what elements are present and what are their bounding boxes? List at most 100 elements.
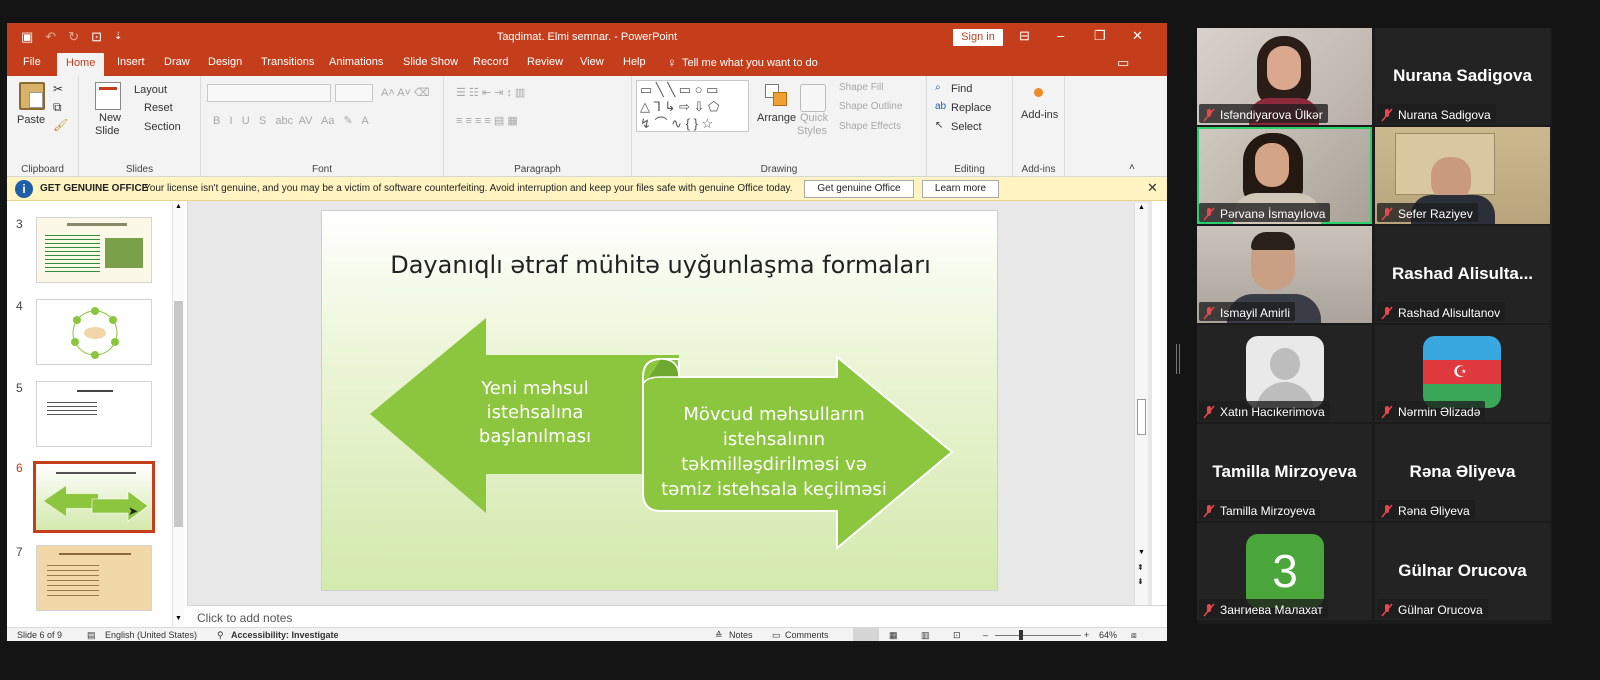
font-family-box[interactable] (207, 84, 331, 102)
slide-thumbnail[interactable] (36, 217, 152, 283)
section-button[interactable]: Section (144, 121, 181, 133)
new-slide-icon[interactable] (95, 82, 121, 110)
zoom-in-icon[interactable]: + (1084, 630, 1089, 640)
shape-fill-button[interactable]: Shape Fill (839, 82, 883, 93)
fit-to-window-icon[interactable]: ⧈ (1131, 630, 1137, 641)
quick-styles-label-1[interactable]: Quick (800, 112, 828, 124)
scroll-up-icon[interactable]: ▲ (1138, 204, 1145, 211)
replace-button[interactable]: Replace (951, 102, 991, 114)
language-indicator[interactable]: English (United States) (105, 630, 197, 640)
restore-icon[interactable]: ❐ (1094, 28, 1106, 44)
tab-slide-show[interactable]: Slide Show (403, 56, 458, 68)
addins-button[interactable]: Add-ins (1021, 109, 1058, 121)
participant-video-tile-active-speaker[interactable]: Pərvanə İsmayılova (1197, 127, 1372, 224)
new-slide-label-2[interactable]: Slide (95, 125, 119, 137)
participant-tile[interactable]: Gülnar Orucova Gülnar Orucova (1375, 523, 1550, 620)
arrange-icon[interactable] (765, 84, 791, 112)
participant-tile[interactable]: Tamilla Mirzoyeva Tamilla Mirzoyeva (1197, 424, 1372, 521)
cut-icon[interactable]: ✂ (53, 82, 63, 96)
font-size-box[interactable] (335, 84, 373, 102)
participant-tile[interactable]: 3 Зангиева Малахат (1197, 523, 1372, 620)
reading-view-icon[interactable]: ▥ (921, 630, 930, 641)
spell-check-icon[interactable]: ▤ (87, 630, 96, 641)
learn-more-button[interactable]: Learn more (922, 180, 999, 198)
arrange-button[interactable]: Arrange (757, 112, 796, 124)
participant-tile[interactable]: Xatın Hacıkerimova (1197, 325, 1372, 422)
tab-help[interactable]: Help (623, 56, 646, 68)
scroll-up-icon[interactable]: ▲ (175, 203, 182, 210)
participant-tile[interactable]: Nurana Sadigova Nurana Sadigova (1375, 28, 1550, 125)
participant-tile[interactable]: Rəna Əliyeva Rəna Əliyeva (1375, 424, 1550, 521)
close-icon[interactable]: ✕ (1132, 28, 1143, 44)
paste-button[interactable]: Paste (17, 114, 45, 126)
accessibility-status[interactable]: Accessibility: Investigate (231, 630, 339, 640)
participant-tile[interactable]: ☪ Nərmin Əlizadə (1375, 325, 1550, 422)
slide-thumbnail-selected[interactable]: ➤ (33, 461, 155, 533)
quick-styles-label-2[interactable]: Styles (797, 125, 827, 137)
zoom-out-icon[interactable]: – (983, 630, 988, 640)
paste-icon[interactable] (19, 82, 45, 110)
align-icons[interactable]: ≡ ≡ ≡ ≡ ▤ ▦ (456, 114, 518, 127)
slide-thumbnail[interactable] (36, 381, 152, 447)
notes-button[interactable]: Notes (729, 630, 753, 640)
tab-record[interactable]: Record (473, 56, 508, 68)
tab-insert[interactable]: Insert (117, 56, 145, 68)
font-format-icons[interactable]: B I U S abc AV Aa ✎ A (213, 114, 369, 127)
scroll-down-icon[interactable]: ▼ (1138, 549, 1145, 556)
slide-thumbnail[interactable] (36, 299, 152, 365)
slide-sorter-icon[interactable]: ▦ (889, 630, 898, 641)
shape-outline-button[interactable]: Shape Outline (839, 101, 902, 112)
participant-video-tile[interactable]: Ismayil Amirli (1197, 226, 1372, 323)
shapes-gallery[interactable]: ▭ ╲ ╲ ▭ ○ ▭ △ ⅂ ↳ ⇨ ⇩ ⬠ ↯ ⌒ ∿ { } ☆ (636, 80, 749, 132)
slide-thumbnail[interactable] (36, 545, 152, 611)
normal-view-button[interactable] (853, 628, 879, 641)
shape-effects-button[interactable]: Shape Effects (839, 121, 901, 132)
zoom-slider[interactable] (995, 635, 1081, 636)
notes-pane[interactable]: Click to add notes (187, 605, 1167, 629)
next-slide-icon[interactable]: ⇟ (1137, 577, 1144, 586)
quick-styles-icon[interactable] (800, 84, 826, 112)
format-painter-icon[interactable]: 🖌 (53, 118, 68, 132)
current-slide[interactable]: Dayanıqlı ətraf mühitə uyğunlaşma formal… (321, 210, 998, 591)
grow-font-icon[interactable]: A˄ A˅ ⌫ (381, 86, 430, 99)
addins-icon[interactable] (1034, 88, 1043, 97)
slide-show-icon[interactable]: ⊡ (953, 630, 961, 641)
select-button[interactable]: Select (951, 121, 982, 133)
minimize-icon[interactable]: – (1057, 28, 1064, 43)
get-genuine-office-button[interactable]: Get genuine Office (804, 180, 914, 198)
tab-draw[interactable]: Draw (164, 56, 190, 68)
sign-in-button[interactable]: Sign in (953, 29, 1003, 46)
tab-file[interactable]: File (23, 56, 41, 68)
tab-view[interactable]: View (580, 56, 604, 68)
layout-button[interactable]: Layout (134, 84, 167, 96)
zoom-level[interactable]: 64% (1099, 630, 1117, 640)
ribbon-display-options-icon[interactable]: ⊟ (1019, 28, 1030, 44)
reset-button[interactable]: Reset (144, 102, 173, 114)
notes-placeholder[interactable]: Click to add notes (197, 611, 292, 625)
tab-review[interactable]: Review (527, 56, 563, 68)
thumbnail-scroll-thumb[interactable] (174, 301, 183, 527)
copy-icon[interactable]: ⧉ (53, 100, 62, 115)
participant-video-tile[interactable]: Sefer Raziyev (1375, 127, 1550, 224)
previous-slide-icon[interactable]: ⇞ (1137, 563, 1144, 572)
editor-scrollbar[interactable]: ▲ ▼ ⇞ ⇟ (1134, 203, 1148, 605)
tab-home[interactable]: Home (57, 53, 105, 76)
close-infobar-icon[interactable]: ✕ (1147, 180, 1158, 196)
editor-scroll-thumb[interactable] (1137, 399, 1146, 435)
find-button[interactable]: Find (951, 83, 972, 95)
comments-button[interactable]: Comments (785, 630, 829, 640)
tab-transitions[interactable]: Transitions (261, 56, 314, 68)
tell-me-search[interactable]: Tell me what you want to do (682, 57, 818, 69)
new-slide-label-1[interactable]: New (99, 112, 121, 124)
zoom-slider-thumb[interactable] (1019, 630, 1023, 640)
collapse-ribbon-icon[interactable]: ˄ (1129, 162, 1135, 173)
tab-design[interactable]: Design (208, 56, 242, 68)
participant-tile[interactable]: Rashad Alisulta... Rashad Alisultanov (1375, 226, 1550, 323)
scroll-down-icon[interactable]: ▼ (175, 615, 182, 622)
participant-video-tile[interactable]: Isfəndiyarova Ülkər (1197, 28, 1372, 125)
panel-resize-handle[interactable] (1176, 344, 1180, 374)
comments-icon[interactable]: ▭ (1117, 55, 1129, 71)
thumbnail-scrollbar[interactable]: ▲ ▼ (172, 203, 184, 627)
list-icons[interactable]: ☰ ☷ ⇤ ⇥ ↕ ▥ (456, 86, 525, 99)
tab-animations[interactable]: Animations (329, 56, 383, 68)
